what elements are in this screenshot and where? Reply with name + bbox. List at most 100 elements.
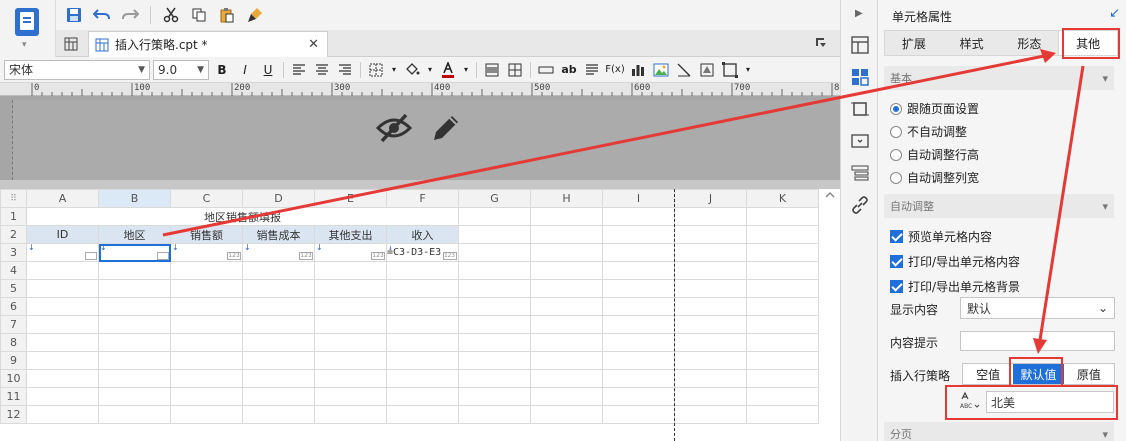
row-header[interactable]: 2 [0,225,27,244]
column-header[interactable]: K [746,189,819,208]
cell[interactable] [26,387,99,406]
cell[interactable] [602,387,675,406]
column-header[interactable]: J [674,189,747,208]
rich-text-button[interactable] [582,60,602,80]
cell[interactable] [314,315,387,334]
float-props-button[interactable] [851,100,869,118]
row-header[interactable]: 11 [0,387,27,406]
tab-style[interactable]: 样式 [943,31,1001,55]
section-basic[interactable]: 基本 ▾ [884,66,1114,90]
cell[interactable] [458,243,531,262]
cell[interactable] [98,387,171,406]
cell[interactable] [26,315,99,334]
column-header[interactable]: H [530,189,603,208]
cell[interactable] [458,279,531,298]
condition-props-button[interactable] [851,164,869,182]
tab-menu-button[interactable] [814,36,828,53]
cell[interactable] [458,261,531,280]
cell[interactable] [746,261,819,280]
redo-button[interactable] [118,3,142,27]
copy-button[interactable] [187,3,211,27]
widget-props-button[interactable] [851,132,869,150]
cell[interactable] [314,405,387,424]
cell[interactable] [242,387,315,406]
cell[interactable] [602,369,675,388]
font-size-select[interactable]: 9.0 ▼ [153,59,209,80]
data-cell-other-expense[interactable]: ↓ 123 [314,243,387,262]
header-cell-income[interactable]: 收入 [386,225,459,244]
cell[interactable] [530,351,603,370]
chevron-down-icon[interactable]: ▾ [425,60,435,80]
cell[interactable] [602,207,675,226]
report-title-cell[interactable]: 地区销售额填报 [26,207,459,226]
radio-auto-col-width[interactable]: 自动调整列宽 [890,169,979,186]
cell[interactable] [242,297,315,316]
close-tab-icon[interactable]: ✕ [308,37,319,52]
row-header[interactable]: 1 [0,207,27,226]
cell[interactable] [746,207,819,226]
cell[interactable] [674,315,747,334]
align-right-button[interactable] [335,60,355,80]
cell[interactable] [386,279,459,298]
row-header[interactable]: 10 [0,369,27,388]
cell[interactable] [98,297,171,316]
radio-no-auto[interactable]: 不自动调整 [890,123,967,140]
fill-color-button[interactable] [402,60,422,80]
header-cell-id[interactable]: ID [26,225,99,244]
cell[interactable] [170,405,243,424]
formula-button[interactable]: F(x) [605,60,625,80]
check-print-content[interactable]: 打印/导出单元格内容 [890,253,1020,270]
radio-button[interactable] [890,171,902,184]
cell[interactable] [98,405,171,424]
paste-button[interactable] [215,3,239,27]
cell[interactable] [170,333,243,352]
section-paging[interactable]: 分页 ▾ [884,422,1114,441]
cell[interactable] [314,387,387,406]
cell[interactable] [674,387,747,406]
header-divider[interactable] [0,180,840,189]
cell[interactable] [170,369,243,388]
row-header[interactable]: 5 [0,279,27,298]
chevron-down-icon[interactable]: ▾ [389,60,399,80]
cell[interactable] [458,225,531,244]
checkbox[interactable] [890,255,903,268]
column-header[interactable]: E [314,189,387,208]
column-header[interactable]: D [242,189,315,208]
checkbox[interactable] [890,280,903,293]
align-left-button[interactable] [289,60,309,80]
float-element-button[interactable] [720,60,740,80]
display-content-select[interactable]: 默认 ⌄ [960,297,1115,319]
cell[interactable] [386,369,459,388]
sub-report-button[interactable] [697,60,717,80]
cell[interactable] [746,297,819,316]
radio-button[interactable] [890,102,902,115]
cell[interactable] [314,261,387,280]
cell-props-button[interactable] [851,68,869,86]
cell[interactable] [530,297,603,316]
cell[interactable] [530,243,603,262]
cell[interactable] [314,333,387,352]
vertical-scrollbar[interactable] [824,189,836,441]
cell[interactable] [674,225,747,244]
font-color-button[interactable] [438,60,458,80]
cell[interactable] [314,351,387,370]
cell[interactable] [458,333,531,352]
cell[interactable] [242,261,315,280]
bold-button[interactable]: B [212,60,232,80]
cell[interactable] [530,405,603,424]
data-cell-cost[interactable]: ↓ 123 [242,243,315,262]
radio-button[interactable] [890,125,902,138]
cell[interactable] [746,243,819,262]
template-props-button[interactable] [851,36,869,54]
cell[interactable] [26,333,99,352]
cell[interactable] [242,369,315,388]
column-header[interactable]: A [26,189,99,208]
cell[interactable] [746,387,819,406]
cell[interactable] [458,369,531,388]
cell[interactable] [386,315,459,334]
cut-button[interactable] [159,3,183,27]
cell[interactable] [674,405,747,424]
insert-option-empty[interactable]: 空值 [963,364,1013,384]
app-logo-icon[interactable] [15,8,39,36]
cell[interactable] [530,225,603,244]
